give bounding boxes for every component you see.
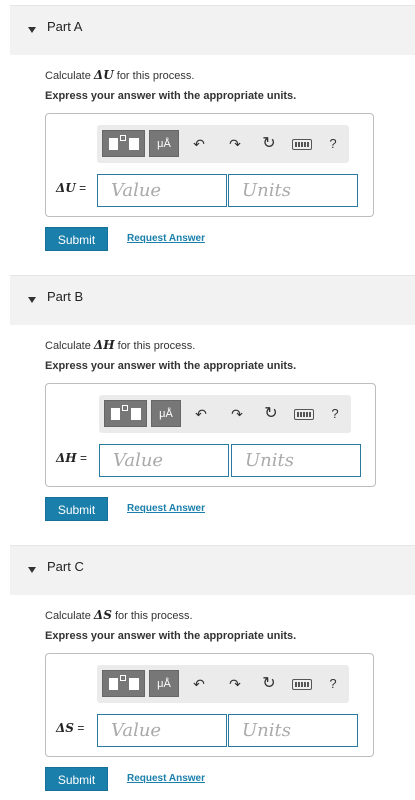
value-input[interactable] [97, 714, 227, 747]
submit-button[interactable]: Submit [45, 227, 108, 251]
prompt-suffix: for this process. [113, 70, 195, 82]
prompt-symbol: ΔS [93, 608, 112, 622]
help-icon[interactable]: ? [323, 133, 343, 155]
prompt-suffix: for this process. [114, 340, 196, 352]
answer-box: μÅ ↶ ↷ ↻ ? ΔS = [45, 653, 374, 757]
collapse-caret-icon[interactable] [28, 27, 36, 33]
request-answer-link[interactable]: Request Answer [127, 233, 205, 244]
redo-icon[interactable]: ↷ [225, 133, 245, 155]
equation-sign: = [76, 451, 87, 465]
reset-icon[interactable]: ↻ [259, 673, 279, 695]
answer-box: μÅ ↶ ↷ ↻ ? ΔH = [45, 383, 376, 487]
part-b: Part B Calculate ΔH for this process. Ex… [0, 270, 415, 530]
prompt-symbol: ΔU [93, 68, 114, 82]
question-prompt: Calculate ΔU for this process. [45, 68, 194, 82]
help-icon[interactable]: ? [323, 673, 343, 695]
reset-icon[interactable]: ↻ [259, 133, 279, 155]
templates-icon-part [131, 408, 141, 420]
prompt-prefix: Calculate [45, 610, 94, 622]
templates-icon-part [129, 678, 139, 690]
collapse-caret-icon[interactable] [28, 567, 36, 573]
templates-icon-part [129, 138, 139, 150]
templates-icon [111, 408, 120, 420]
part-title: Part A [47, 19, 83, 34]
keyboard-icon[interactable] [292, 403, 316, 425]
part-a-header[interactable]: Part A [10, 5, 415, 55]
answer-box: μÅ ↶ ↷ ↻ ? ΔU = [45, 113, 374, 217]
answer-instruction: Express your answer with the appropriate… [45, 90, 297, 102]
equation-label: ΔU = [56, 181, 86, 195]
templates-icon [109, 678, 118, 690]
redo-icon[interactable]: ↷ [225, 673, 245, 695]
keyboard-shape [292, 679, 312, 690]
templates-icon [109, 138, 118, 150]
templates-icon-part [122, 405, 128, 411]
part-c-header[interactable]: Part C [10, 545, 415, 595]
templates-icon-part [120, 135, 126, 141]
equation-sign: = [73, 721, 85, 735]
question-prompt: Calculate ΔS for this process. [45, 608, 193, 622]
units-input[interactable] [231, 444, 361, 477]
undo-icon[interactable]: ↶ [189, 133, 209, 155]
keyboard-icon[interactable] [290, 133, 314, 155]
part-b-header[interactable]: Part B [10, 275, 415, 325]
question-prompt: Calculate ΔH for this process. [45, 338, 195, 352]
templates-button[interactable] [102, 130, 145, 157]
help-icon[interactable]: ? [325, 403, 345, 425]
math-toolbar: μÅ ↶ ↷ ↻ ? [97, 125, 349, 163]
templates-button[interactable] [102, 670, 145, 697]
request-answer-link[interactable]: Request Answer [127, 773, 205, 784]
part-c: Part C Calculate ΔS for this process. Ex… [0, 540, 415, 800]
value-input[interactable] [99, 444, 229, 477]
redo-icon[interactable]: ↷ [227, 403, 247, 425]
answer-instruction: Express your answer with the appropriate… [45, 630, 297, 642]
equation-symbol: ΔU [56, 181, 76, 195]
part-title: Part C [47, 559, 84, 574]
units-button[interactable]: μÅ [151, 400, 181, 427]
reset-icon[interactable]: ↻ [261, 403, 281, 425]
collapse-caret-icon[interactable] [28, 297, 36, 303]
equation-label: ΔS = [56, 721, 84, 735]
prompt-symbol: ΔH [93, 338, 115, 352]
equation-symbol: ΔH [56, 451, 77, 465]
answer-instruction: Express your answer with the appropriate… [45, 360, 297, 372]
templates-button[interactable] [104, 400, 147, 427]
prompt-suffix: for this process. [111, 610, 193, 622]
units-input[interactable] [228, 174, 358, 207]
keyboard-shape [294, 409, 314, 420]
prompt-prefix: Calculate [45, 70, 94, 82]
math-toolbar: μÅ ↶ ↷ ↻ ? [97, 665, 349, 703]
value-input[interactable] [97, 174, 227, 207]
units-input[interactable] [228, 714, 358, 747]
units-button[interactable]: μÅ [149, 670, 179, 697]
equation-label: ΔH = [56, 451, 87, 465]
undo-icon[interactable]: ↶ [189, 673, 209, 695]
submit-button[interactable]: Submit [45, 767, 108, 791]
equation-sign: = [75, 181, 87, 195]
equation-symbol: ΔS [56, 721, 74, 735]
part-a: Part A Calculate ΔU for this process. Ex… [0, 0, 415, 260]
math-toolbar: μÅ ↶ ↷ ↻ ? [99, 395, 351, 433]
keyboard-shape [292, 139, 312, 150]
submit-button[interactable]: Submit [45, 497, 108, 521]
keyboard-icon[interactable] [290, 673, 314, 695]
undo-icon[interactable]: ↶ [191, 403, 211, 425]
templates-icon-part [120, 675, 126, 681]
prompt-prefix: Calculate [45, 340, 94, 352]
request-answer-link[interactable]: Request Answer [127, 503, 205, 514]
part-title: Part B [47, 289, 84, 304]
units-button[interactable]: μÅ [149, 130, 179, 157]
